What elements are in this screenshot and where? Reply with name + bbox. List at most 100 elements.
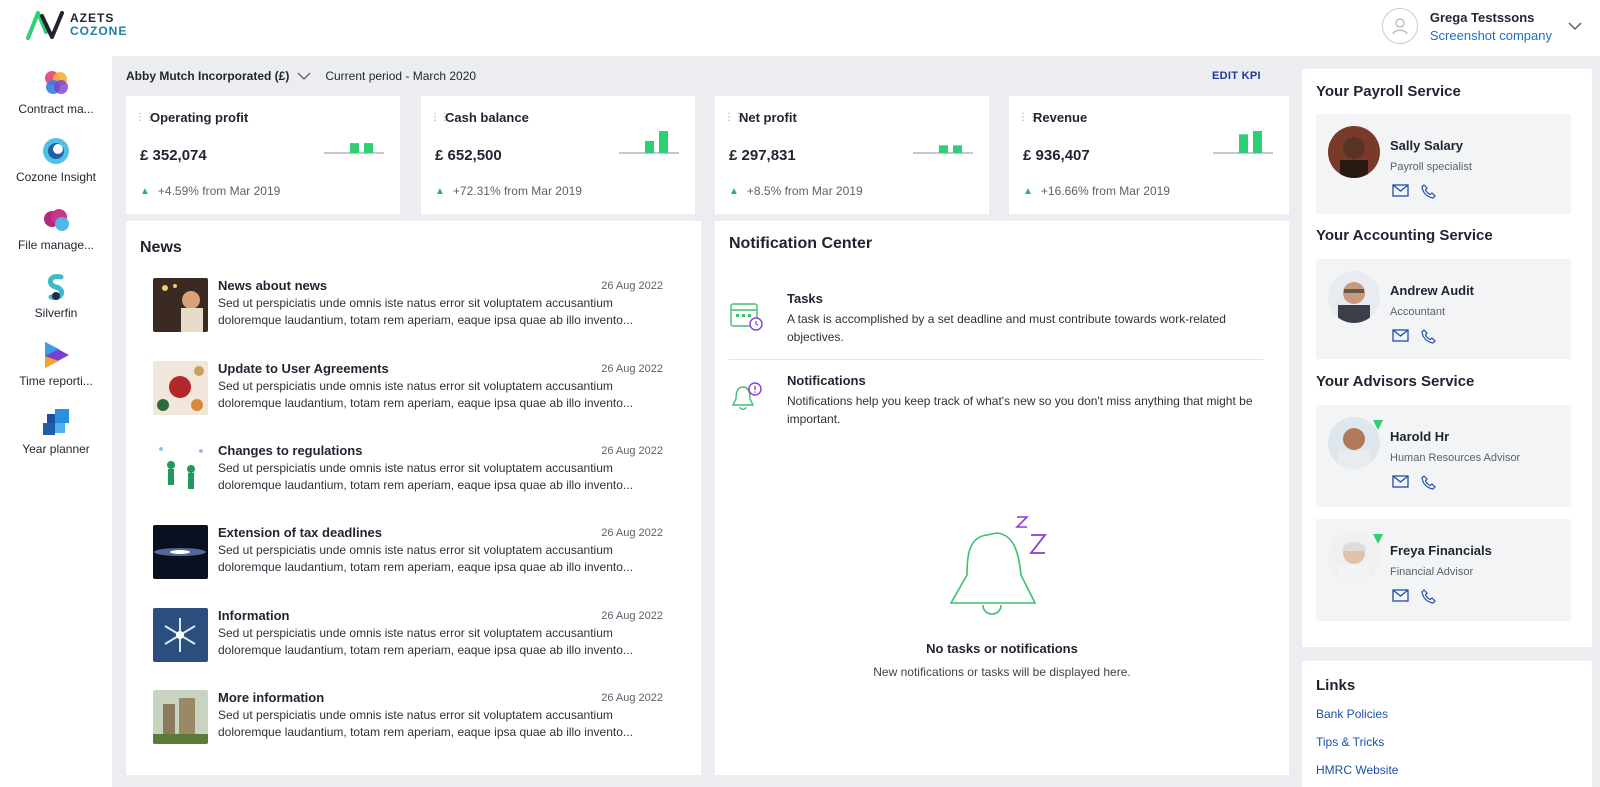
links-title: Links xyxy=(1316,677,1356,694)
advisor-card-financial[interactable]: Freya Financials Financial Advisor xyxy=(1316,519,1571,621)
kpi-value: £ 352,074 xyxy=(140,147,207,164)
company-period-selector[interactable]: Abby Mutch Incorporated (£) Current peri… xyxy=(126,69,476,83)
kpi-bar-chart xyxy=(1213,131,1273,154)
kpi-bar xyxy=(364,143,373,153)
news-item-title[interactable]: News about news xyxy=(218,278,327,293)
sidebar-item-file-manager[interactable]: File manage... xyxy=(0,204,112,252)
chevron-down-icon[interactable] xyxy=(297,72,311,81)
azets-logo-icon xyxy=(26,11,64,40)
news-item-title[interactable]: Changes to regulations xyxy=(218,443,362,458)
advisor-card-accounting[interactable]: Andrew Audit Accountant xyxy=(1316,259,1571,359)
news-item[interactable]: Information 26 Aug 2022 Sed ut perspicia… xyxy=(153,608,663,664)
edit-kpi-button[interactable]: EDIT KPI xyxy=(1212,70,1261,82)
top-bar: AZETS COZONE Grega Testssons Screenshot … xyxy=(0,0,1600,56)
kpi-bar-chart xyxy=(913,145,973,154)
sidebar-item-label: File manage... xyxy=(17,238,95,252)
advisor-name: Harold Hr xyxy=(1390,429,1450,444)
kpi-change: +8.5% from Mar 2019 xyxy=(746,184,863,198)
bell-alert-icon xyxy=(731,382,762,410)
azets-cozone-logo[interactable]: AZETS COZONE xyxy=(26,10,127,40)
news-title: News xyxy=(140,239,182,256)
news-item[interactable]: Changes to regulations 26 Aug 2022 Sed u… xyxy=(153,443,663,499)
verified-badge-icon xyxy=(1373,534,1383,544)
kpi-value: £ 652,500 xyxy=(435,147,502,164)
sidebar-item-year-planner[interactable]: Year planner xyxy=(0,408,112,456)
news-thumbnail xyxy=(153,443,208,497)
chevron-down-icon[interactable] xyxy=(1568,21,1582,31)
payroll-service-title: Your Payroll Service xyxy=(1316,83,1461,100)
advisor-card-payroll[interactable]: Sally Salary Payroll specialist xyxy=(1316,114,1571,214)
empty-state-text: New notifications or tasks will be displ… xyxy=(873,665,1131,679)
news-item-body: Sed ut perspiciatis unde omnis iste natu… xyxy=(218,461,633,492)
news-thumbnail xyxy=(153,361,208,415)
news-item-date: 26 Aug 2022 xyxy=(601,527,663,539)
news-item[interactable]: News about news 26 Aug 2022 Sed ut persp… xyxy=(153,278,663,334)
kpi-value: £ 936,407 xyxy=(1023,147,1090,164)
links-panel: Links Bank Policies Tips & Tricks HMRC W… xyxy=(1302,661,1592,787)
phone-icon[interactable] xyxy=(1421,475,1436,495)
email-icon[interactable] xyxy=(1392,184,1409,204)
user-icon xyxy=(1392,18,1408,35)
user-menu[interactable]: Grega Testssons Screenshot company xyxy=(1381,8,1582,44)
news-item-title[interactable]: More information xyxy=(218,690,324,705)
email-icon[interactable] xyxy=(1392,329,1409,349)
news-thumbnail xyxy=(153,690,208,744)
phone-icon[interactable] xyxy=(1421,184,1436,204)
email-icon[interactable] xyxy=(1392,589,1409,609)
kpi-bar xyxy=(1253,131,1262,153)
kpi-bar xyxy=(953,145,962,153)
phone-icon[interactable] xyxy=(1421,329,1436,349)
phone-icon[interactable] xyxy=(1421,589,1436,609)
advisor-role: Payroll specialist xyxy=(1390,161,1472,173)
file-manager-icon xyxy=(44,209,69,231)
news-item[interactable]: Update to User Agreements 26 Aug 2022 Se… xyxy=(153,361,663,417)
link-bank-policies[interactable]: Bank Policies xyxy=(1316,707,1388,721)
kpi-card-net-profit[interactable]: ⋮⋮ Net profit £ 297,831 ▲ +8.5% from Mar … xyxy=(715,96,989,214)
email-icon[interactable] xyxy=(1392,475,1409,495)
kpi-bar-chart xyxy=(324,143,384,154)
divider xyxy=(729,359,1263,360)
kpi-bar xyxy=(939,145,948,153)
news-item[interactable]: Extension of tax deadlines 26 Aug 2022 S… xyxy=(153,525,663,581)
advisor-name: Andrew Audit xyxy=(1390,283,1475,298)
sidebar-item-time-reporting[interactable]: Time reporti... xyxy=(0,340,112,388)
sidebar-item-silverfin[interactable]: Silverfin xyxy=(0,272,112,320)
notifications-title: Notifications xyxy=(787,373,866,388)
news-item-title[interactable]: Information xyxy=(218,608,290,623)
time-reporting-icon xyxy=(45,342,69,368)
kpi-card-revenue[interactable]: ⋮⋮ Revenue £ 936,407 ▲ +16.66% from Mar 2… xyxy=(1009,96,1289,214)
kpi-change: +72.31% from Mar 2019 xyxy=(452,184,582,198)
user-name: Grega Testssons xyxy=(1429,9,1535,25)
sidebar-item-label: Silverfin xyxy=(34,306,78,320)
advisor-photo xyxy=(1328,126,1380,178)
news-item[interactable]: More information 26 Aug 2022 Sed ut pers… xyxy=(153,690,663,746)
contract-management-icon xyxy=(45,71,68,94)
kpi-title: Operating profit xyxy=(150,110,249,125)
calendar-clock-icon xyxy=(730,303,763,331)
company-name: Abby Mutch Incorporated (£) xyxy=(126,69,290,83)
sidebar-item-cozone-insight[interactable]: Cozone Insight xyxy=(0,136,112,184)
kpi-value: £ 297,831 xyxy=(729,147,796,164)
link-tips-tricks[interactable]: Tips & Tricks xyxy=(1316,735,1384,749)
kpi-bar xyxy=(1239,134,1248,153)
services-panel: Your Payroll Service Sally Salary Payrol… xyxy=(1302,69,1592,647)
app-sidebar: Contract ma... Cozone Insight File manag… xyxy=(0,56,112,787)
news-item-date: 26 Aug 2022 xyxy=(601,692,663,704)
user-avatar[interactable] xyxy=(1381,8,1418,44)
news-item-date: 26 Aug 2022 xyxy=(601,445,663,457)
kpi-card-operating-profit[interactable]: ⋮⋮ Operating profit £ 352,074 ▲ +4.59% fr… xyxy=(126,96,400,214)
arrow-up-icon: ▲ xyxy=(1023,185,1033,197)
brand-line2: COZONE xyxy=(70,24,128,38)
news-item-title[interactable]: Extension of tax deadlines xyxy=(218,525,382,540)
kpi-card-cash-balance[interactable]: ⋮⋮ Cash balance £ 652,500 ▲ +72.31% from … xyxy=(421,96,695,214)
kpi-bar xyxy=(659,131,668,153)
sidebar-item-contract-management[interactable]: Contract ma... xyxy=(0,68,112,116)
accounting-service-title: Your Accounting Service xyxy=(1316,227,1493,244)
sidebar-item-label: Year planner xyxy=(22,442,90,456)
link-hmrc-website[interactable]: HMRC Website xyxy=(1316,763,1398,777)
news-item-title[interactable]: Update to User Agreements xyxy=(218,361,389,376)
news-item-body: Sed ut perspiciatis unde omnis iste natu… xyxy=(218,379,633,410)
user-company[interactable]: Screenshot company xyxy=(1430,28,1552,43)
tasks-description: A task is accomplished by a set deadline… xyxy=(787,312,1226,344)
advisor-card-hr[interactable]: Harold Hr Human Resources Advisor xyxy=(1316,405,1571,507)
